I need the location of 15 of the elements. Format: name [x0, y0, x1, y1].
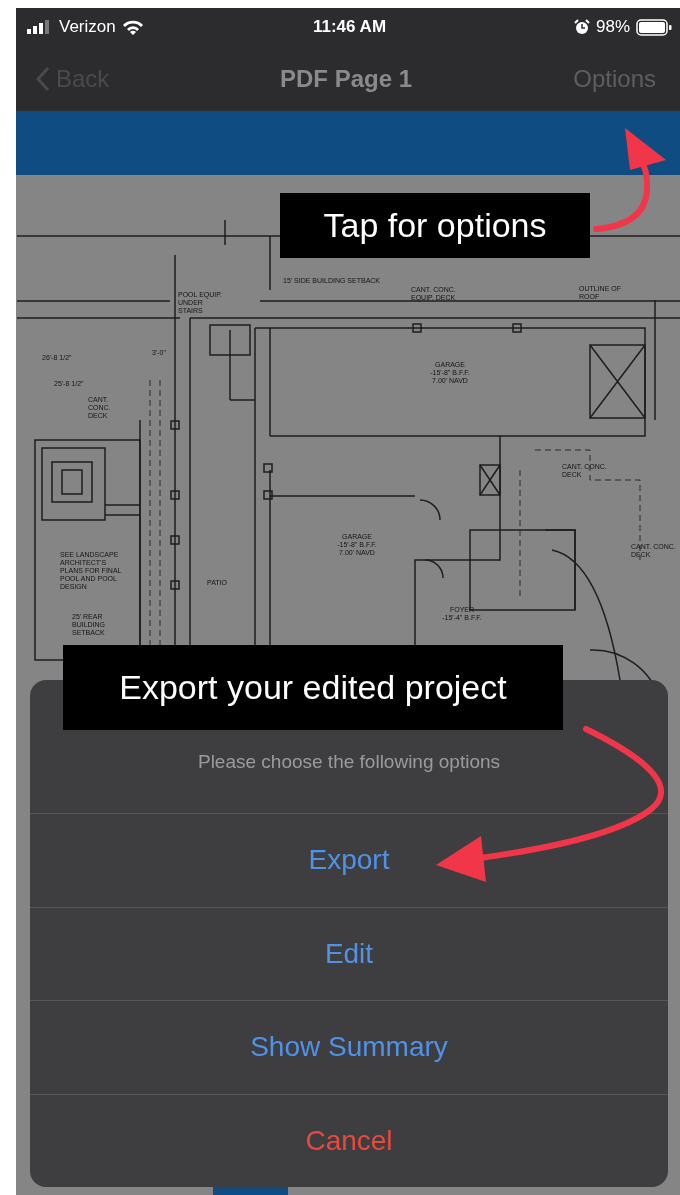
page-title: PDF Page 1 — [280, 64, 413, 93]
battery-percent: 98% — [596, 17, 630, 37]
sheet-message: Please choose the following options — [197, 751, 501, 773]
action-button[interactable]: Edit — [30, 906, 668, 1000]
chevron-left-icon — [36, 65, 50, 92]
action-button[interactable]: Show Summary — [30, 1000, 668, 1094]
carrier-name: Verizon — [59, 17, 116, 37]
callout-label: Export your edited project — [63, 645, 563, 730]
status-time: 11:46 AM — [312, 17, 387, 37]
action-button[interactable]: Cancel — [30, 1093, 668, 1187]
alarm-icon — [574, 19, 590, 35]
wifi-icon — [121, 19, 144, 35]
battery-icon — [636, 18, 672, 36]
callout-label: Tap for options — [280, 193, 590, 258]
action-button[interactable]: Export — [30, 814, 668, 907]
